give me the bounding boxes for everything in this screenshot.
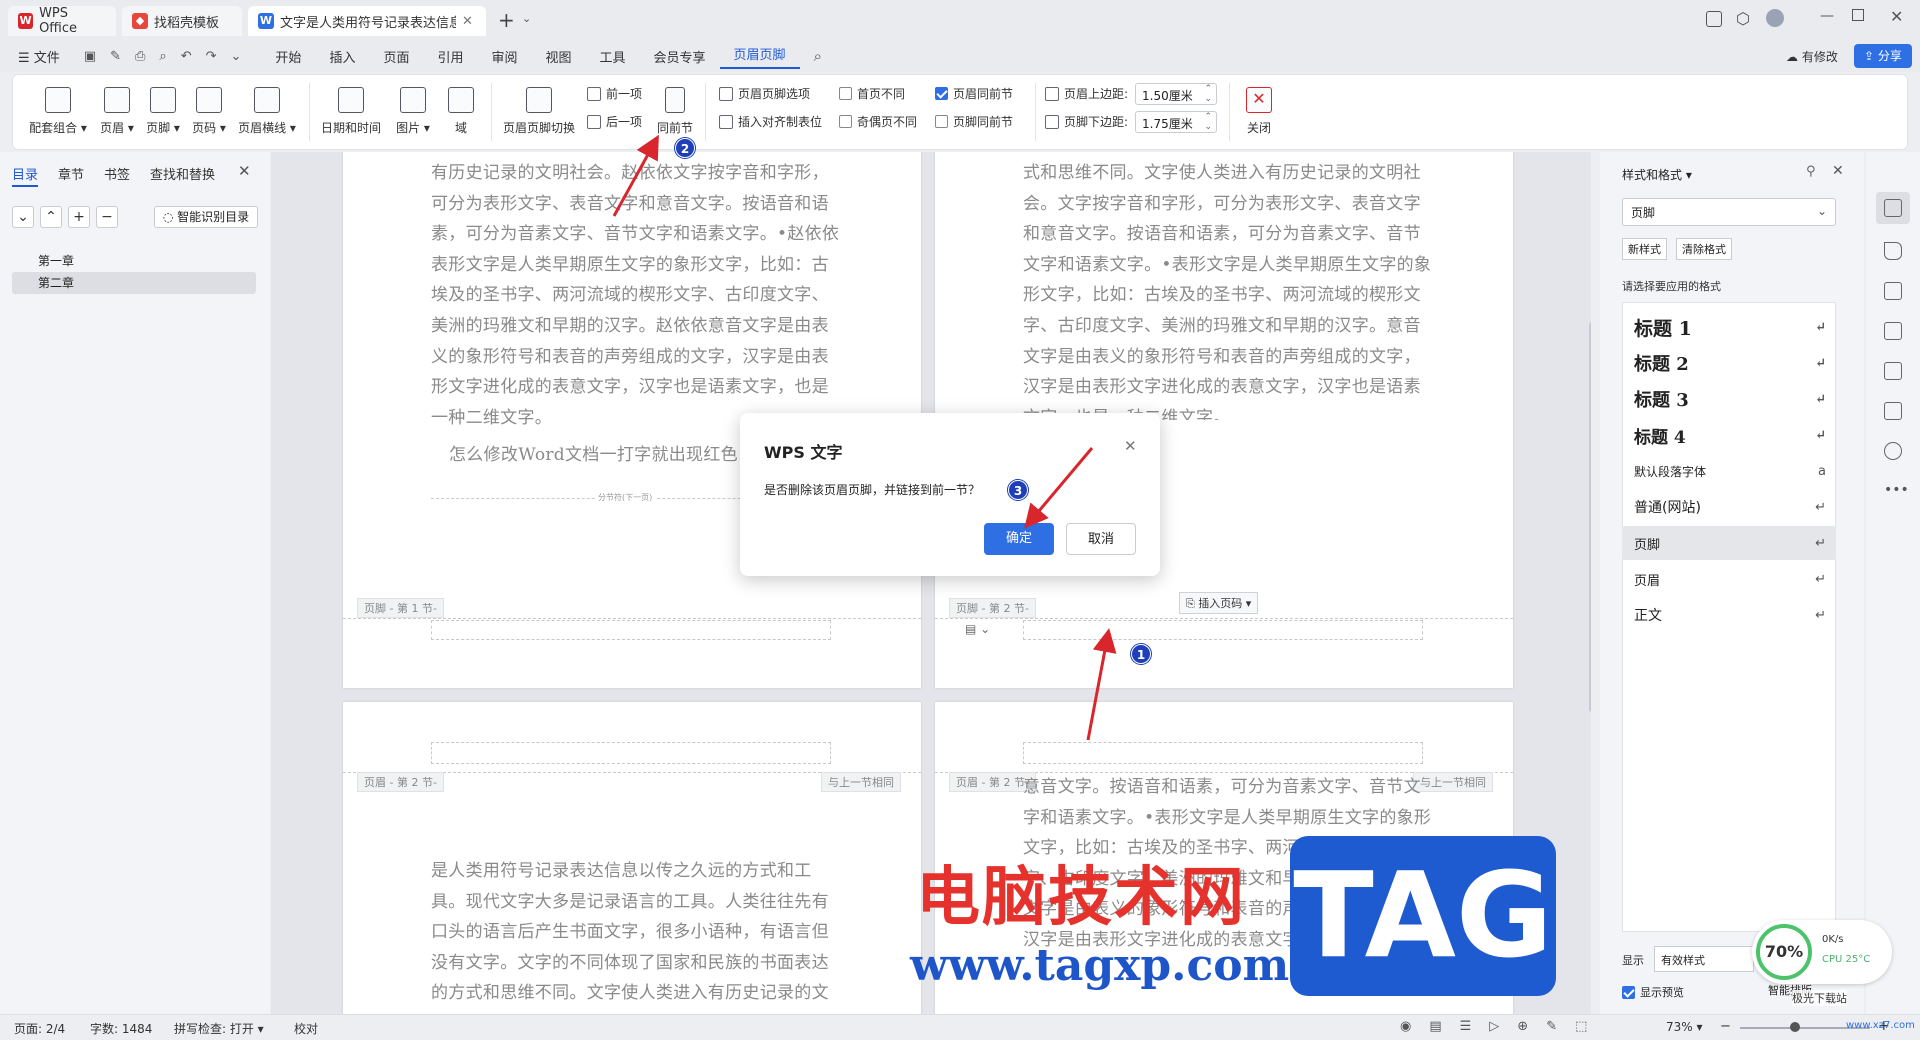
step-badge-2: 2 bbox=[675, 138, 695, 158]
watermark-url: www.tagxp.com bbox=[910, 940, 1290, 991]
watermark-tag: TAG bbox=[1290, 836, 1556, 996]
corner-watermark-url: www.xz7.com bbox=[1846, 1020, 1915, 1031]
arrow-to-same-prev bbox=[612, 134, 659, 217]
arrow-to-footer bbox=[1086, 628, 1117, 741]
corner-watermark: 极光下载站 bbox=[1792, 990, 1847, 1006]
watermark-cn: 电脑技术网 bbox=[916, 861, 1246, 935]
arrow-to-ok bbox=[1024, 447, 1094, 529]
step-badge-1: 1 bbox=[1131, 644, 1151, 664]
step-badge-3: 3 bbox=[1008, 480, 1028, 500]
